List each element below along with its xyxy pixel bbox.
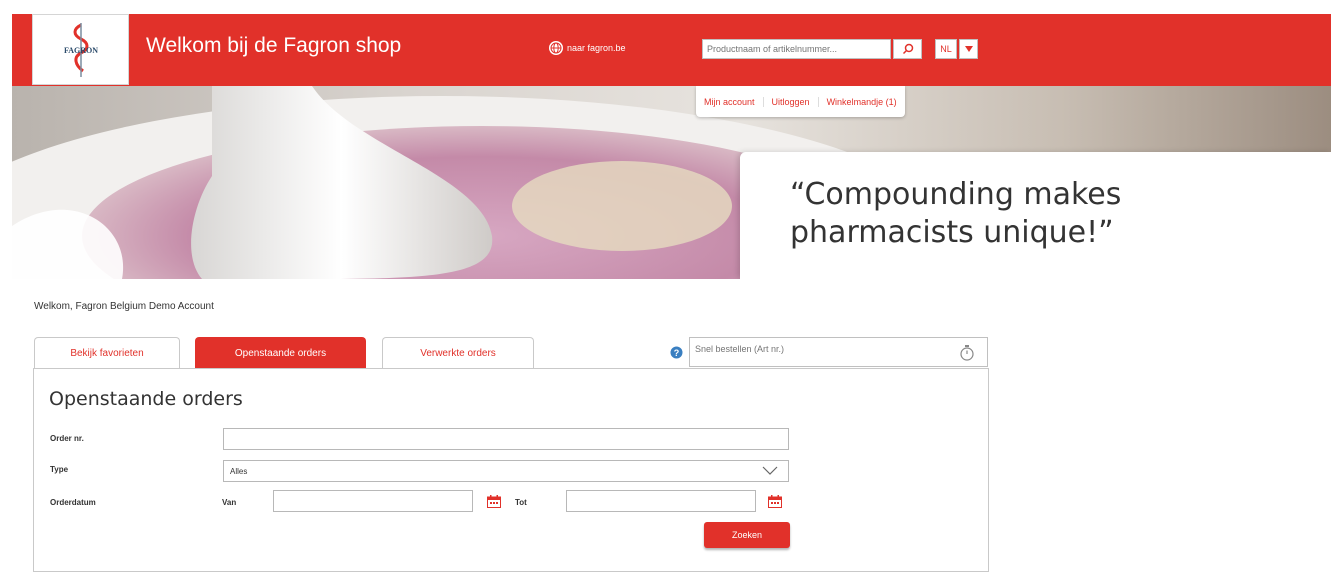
top-header: FAGRON Welkom bij de Fagron shop naar fa…	[12, 14, 1331, 86]
svg-text:?: ?	[674, 348, 680, 358]
stopwatch-icon[interactable]	[959, 344, 975, 362]
help-icon[interactable]: ?	[670, 346, 683, 359]
quote-box: “Compounding makes pharmacists unique!”	[740, 152, 1331, 279]
from-date-input[interactable]	[273, 490, 473, 512]
fagron-link-label: naar fagron.be	[567, 43, 626, 53]
cart-link[interactable]: Winkelmandje (1)	[819, 97, 905, 107]
my-account-link[interactable]: Mijn account	[696, 96, 764, 107]
product-search-input[interactable]	[702, 39, 891, 59]
calendar-icon[interactable]	[487, 495, 501, 508]
type-label: Type	[50, 465, 69, 474]
quick-order-field	[689, 337, 988, 367]
globe-icon	[549, 41, 563, 55]
language-value: NL	[935, 39, 957, 59]
tab-processed-orders[interactable]: Verwerkte orders	[382, 337, 534, 369]
welcome-text: Welkom, Fagron Belgium Demo Account	[34, 301, 214, 312]
banner-quote: “Compounding makes pharmacists unique!”	[790, 177, 1122, 250]
panel-title: Openstaande orders	[49, 388, 243, 410]
quick-order-input[interactable]	[695, 344, 945, 354]
calendar-icon[interactable]	[768, 495, 782, 508]
tab-open-orders[interactable]: Openstaande orders	[195, 337, 366, 369]
type-value: Alles	[230, 467, 248, 476]
fagron-logo[interactable]: FAGRON	[32, 14, 129, 85]
language-select[interactable]: NL	[935, 39, 978, 59]
order-date-label: Orderdatum	[50, 498, 96, 507]
shop-title: Welkom bij de Fagron shop	[146, 34, 402, 57]
hero-banner: Mijn account Uitloggen Winkelmandje (1) …	[12, 86, 1331, 279]
open-orders-panel: Openstaande orders Order nr. Type Alles …	[33, 368, 989, 572]
type-select[interactable]: Alles	[223, 460, 789, 482]
tab-favorites[interactable]: Bekijk favorieten	[34, 337, 180, 369]
dropdown-arrow-icon	[964, 46, 973, 52]
language-dropdown-button[interactable]	[959, 39, 978, 59]
search-orders-button[interactable]: Zoeken	[704, 522, 790, 548]
logo-text: FAGRON	[64, 46, 98, 55]
search-icon	[902, 43, 913, 55]
fagron-site-link[interactable]: naar fagron.be	[548, 40, 626, 56]
account-nav: Mijn account Uitloggen Winkelmandje (1)	[696, 86, 905, 117]
order-nr-label: Order nr.	[50, 434, 84, 443]
from-label: Van	[222, 498, 237, 507]
order-nr-input[interactable]	[223, 428, 789, 450]
product-search	[702, 39, 922, 59]
to-label: Tot	[515, 498, 527, 507]
chevron-down-icon	[762, 466, 778, 475]
to-date-input[interactable]	[566, 490, 756, 512]
search-button[interactable]	[893, 39, 922, 59]
logout-link[interactable]: Uitloggen	[764, 96, 819, 107]
